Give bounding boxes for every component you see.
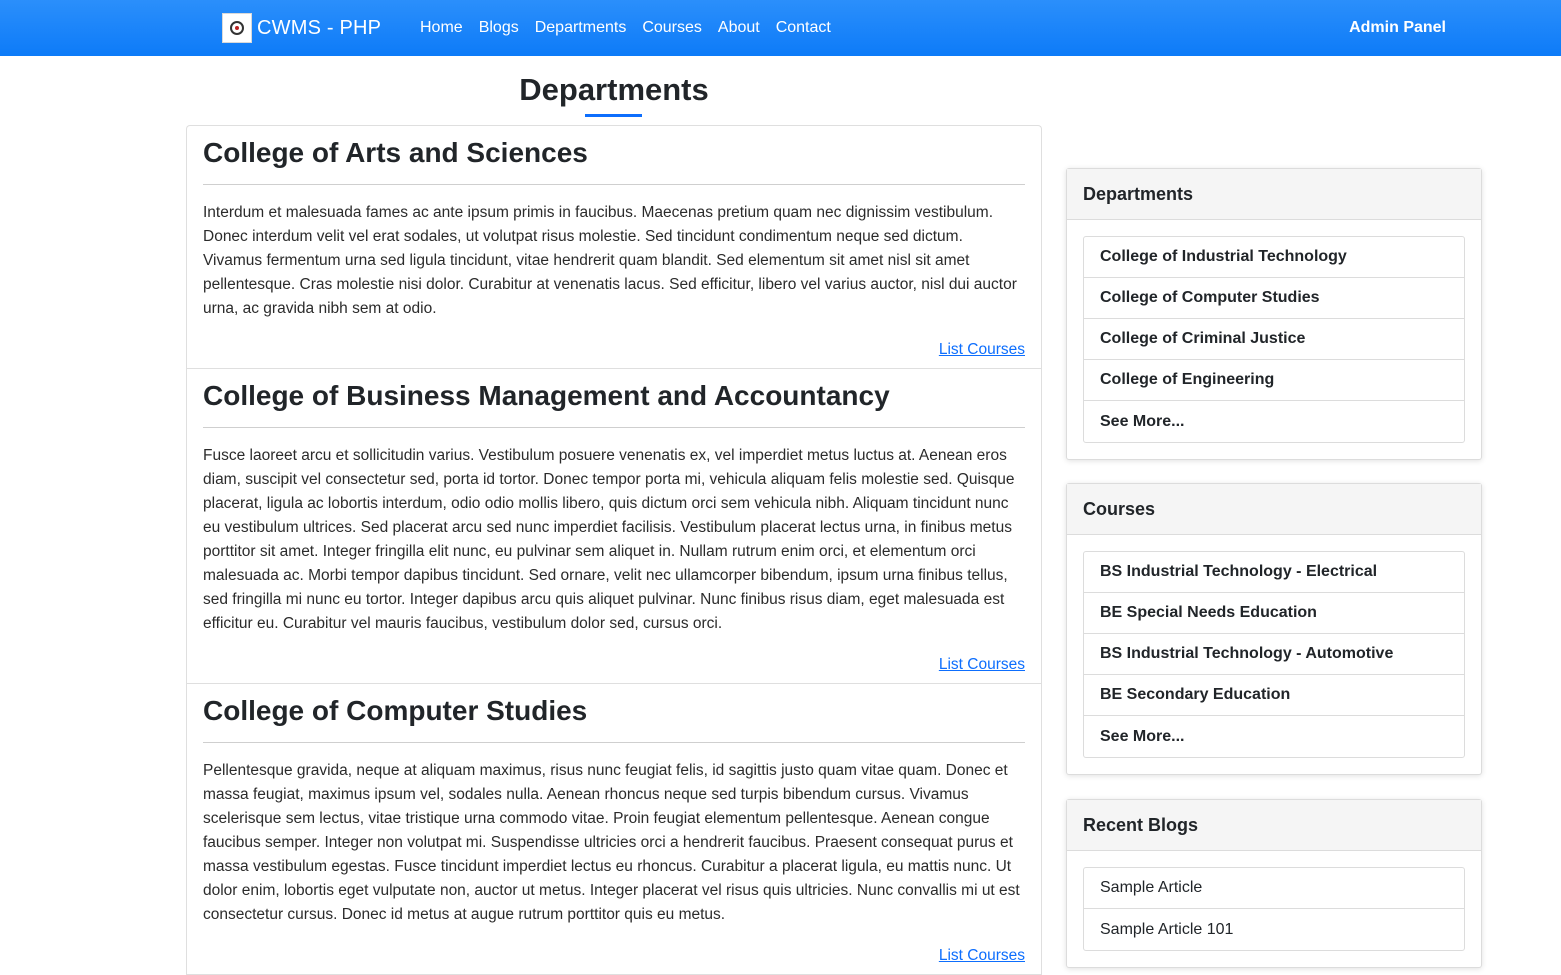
sidebar-department-item[interactable]: College of Industrial Technology <box>1084 237 1464 278</box>
department-card: College of Arts and Sciences Interdum et… <box>187 126 1041 369</box>
nav-link-departments[interactable]: Departments <box>535 19 627 37</box>
page-title: Departments <box>519 72 709 107</box>
sidebar-blog-item[interactable]: Sample Article 101 <box>1084 909 1464 950</box>
list-courses-link[interactable]: List Courses <box>939 656 1025 673</box>
sidebar-blogs-card: Recent Blogs Sample Article Sample Artic… <box>1066 799 1482 968</box>
sidebar-course-item[interactable]: BE Secondary Education <box>1084 675 1464 716</box>
nav-link-blogs[interactable]: Blogs <box>479 19 519 37</box>
top-navbar: CWMS - PHP Home Blogs Departments Course… <box>0 0 1561 56</box>
sidebar-blogs-list: Sample Article Sample Article 101 <box>1083 867 1465 951</box>
see-more-departments-link[interactable]: See More... <box>1084 401 1464 442</box>
department-card: College of Business Management and Accou… <box>187 369 1041 684</box>
sidebar-courses-list: BS Industrial Technology - Electrical BE… <box>1083 551 1465 758</box>
sidebar-departments-title: Departments <box>1067 169 1481 220</box>
nav-link-home[interactable]: Home <box>420 19 463 37</box>
brand-name[interactable]: CWMS - PHP <box>257 17 381 40</box>
department-title: College of Business Management and Accou… <box>203 369 1025 428</box>
sidebar-blogs-title: Recent Blogs <box>1067 800 1481 851</box>
sidebar-course-item[interactable]: BS Industrial Technology - Electrical <box>1084 552 1464 593</box>
brand[interactable]: CWMS - PHP <box>222 13 381 43</box>
sidebar-department-item[interactable]: College of Engineering <box>1084 360 1464 401</box>
sidebar-course-item[interactable]: BE Special Needs Education <box>1084 593 1464 634</box>
sidebar-department-item[interactable]: College of Computer Studies <box>1084 278 1464 319</box>
department-title: College of Computer Studies <box>203 684 1025 743</box>
sidebar-courses-title: Courses <box>1067 484 1481 535</box>
sidebar-departments-card: Departments College of Industrial Techno… <box>1066 168 1482 460</box>
sidebar-course-item[interactable]: BS Industrial Technology - Automotive <box>1084 634 1464 675</box>
department-title: College of Arts and Sciences <box>203 126 1025 185</box>
department-description: Interdum et malesuada fames ac ante ipsu… <box>203 204 1017 317</box>
sidebar-blog-item[interactable]: Sample Article <box>1084 868 1464 909</box>
sidebar-department-item[interactable]: College of Criminal Justice <box>1084 319 1464 360</box>
admin-panel-link[interactable]: Admin Panel <box>1349 0 1446 56</box>
department-list: College of Arts and Sciences Interdum et… <box>186 125 1042 975</box>
list-courses-link[interactable]: List Courses <box>939 341 1025 358</box>
nav-links: Home Blogs Departments Courses About Con… <box>420 0 847 56</box>
seal-icon <box>230 21 244 35</box>
sidebar-departments-list: College of Industrial Technology College… <box>1083 236 1465 443</box>
nav-link-about[interactable]: About <box>718 19 760 37</box>
department-description: Pellentesque gravida, neque at aliquam m… <box>203 762 1020 923</box>
department-description: Fusce laoreet arcu et sollicitudin variu… <box>203 447 1015 632</box>
title-underline <box>585 114 642 117</box>
brand-logo <box>222 13 252 43</box>
see-more-courses-link[interactable]: See More... <box>1084 716 1464 757</box>
department-card: College of Computer Studies Pellentesque… <box>187 684 1041 975</box>
nav-link-courses[interactable]: Courses <box>642 19 702 37</box>
list-courses-link[interactable]: List Courses <box>939 947 1025 964</box>
nav-link-contact[interactable]: Contact <box>776 19 831 37</box>
sidebar-courses-card: Courses BS Industrial Technology - Elect… <box>1066 483 1482 775</box>
